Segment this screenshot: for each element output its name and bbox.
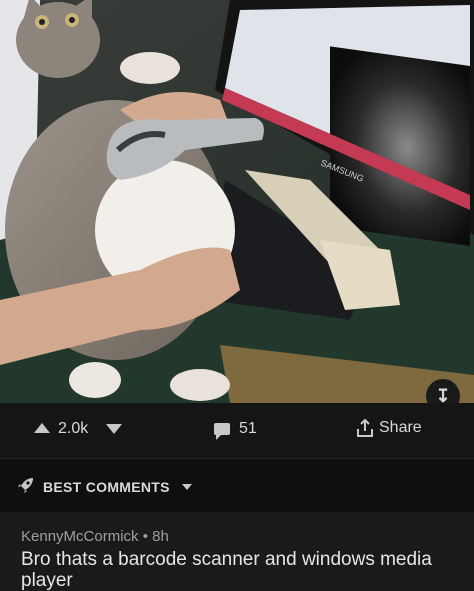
post-image[interactable]: SAMSUNG ↧	[0, 0, 474, 403]
comment-icon	[214, 423, 230, 440]
share-button[interactable]: Share	[357, 418, 422, 437]
rocket-icon	[17, 476, 35, 497]
post-action-bar: 2.0k 51 Share	[0, 403, 474, 458]
share-label: Share	[379, 419, 422, 436]
comment-text: Bro thats a barcode scanner and windows …	[21, 549, 432, 591]
comment-count: 51	[239, 420, 257, 437]
meta-separator: •	[142, 528, 148, 545]
comment-item[interactable]: KennyMcCormick • 8h Bro thats a barcode …	[0, 512, 474, 591]
comments-button[interactable]: 51	[214, 420, 257, 440]
comment-age: 8h	[152, 528, 169, 545]
score-count: 2.0k	[58, 420, 89, 437]
sort-label: BEST COMMENTS	[43, 478, 170, 495]
downvote-icon[interactable]	[106, 424, 123, 434]
chevron-down-icon	[181, 483, 192, 490]
sort-dropdown[interactable]: BEST COMMENTS	[17, 476, 192, 497]
share-icon	[357, 418, 373, 437]
upvote-icon[interactable]	[34, 423, 50, 433]
cat-with-scanner-photo: SAMSUNG	[0, 0, 474, 403]
comment-author[interactable]: KennyMcCormick	[21, 528, 139, 545]
comment-meta: KennyMcCormick • 8h	[21, 528, 169, 545]
vote-control: 2.0k	[34, 420, 123, 438]
comment-sort-bar: BEST COMMENTS	[0, 458, 474, 513]
